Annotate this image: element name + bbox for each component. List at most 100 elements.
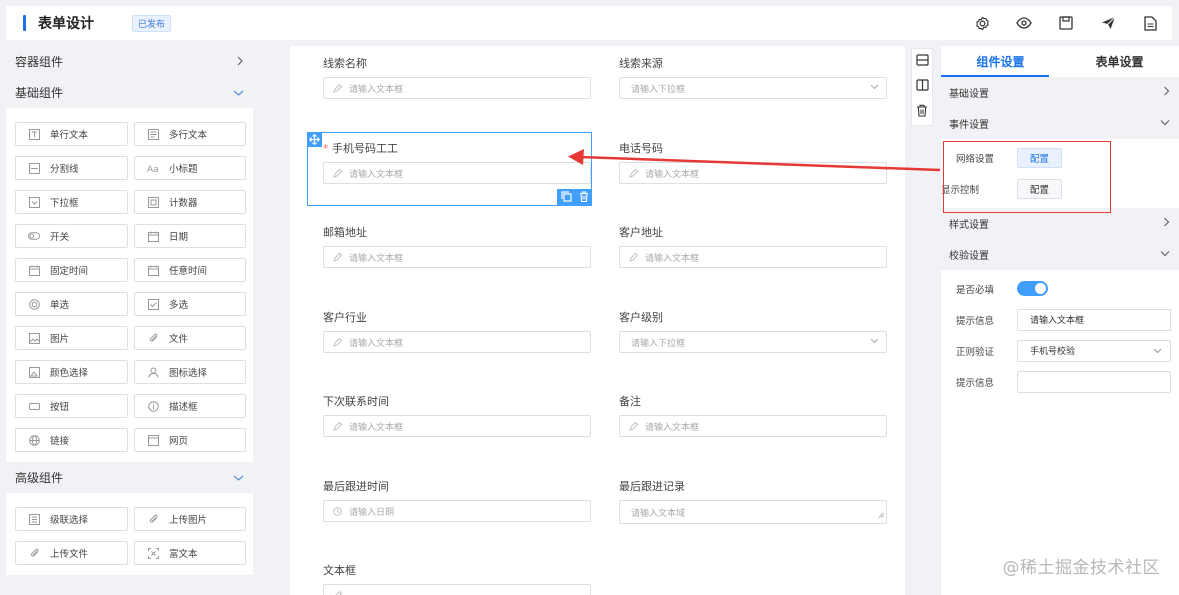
field-input[interactable]: 请输入文本框 bbox=[323, 331, 591, 353]
watermark: @稀土掘金技术社区 bbox=[1002, 558, 1160, 578]
eye-icon[interactable] bbox=[1014, 13, 1034, 33]
section-validation-settings[interactable]: 校验设置 bbox=[941, 239, 1179, 270]
field-input[interactable]: 请输入文本框 bbox=[619, 162, 887, 184]
section-title: 事件设置 bbox=[949, 120, 989, 131]
trash-icon[interactable] bbox=[579, 190, 589, 205]
palette-item-basic-7[interactable]: 日期 bbox=[134, 224, 246, 248]
palette-item-basic-8[interactable]: 固定时间 bbox=[15, 258, 128, 282]
field-input[interactable]: 请输入文本框 bbox=[619, 415, 887, 437]
palette-item-basic-14[interactable]: 颜色选择 bbox=[15, 360, 128, 384]
form-field[interactable]: 电话号码 请输入文本框 bbox=[619, 140, 887, 184]
document-icon[interactable] bbox=[1140, 13, 1160, 33]
palette-item-basic-19[interactable]: 网页 bbox=[134, 428, 246, 452]
form-field[interactable]: 线索名称 请输入文本框 bbox=[323, 55, 591, 99]
resize-handle-icon[interactable] bbox=[878, 511, 884, 521]
form-field[interactable]: 客户行业 请输入文本框 bbox=[323, 309, 591, 353]
send-icon[interactable] bbox=[1098, 13, 1118, 33]
section-container-components[interactable]: 容器组件 bbox=[6, 46, 253, 77]
field-input[interactable]: 请输入文本框 bbox=[619, 246, 887, 268]
palette-item-basic-6[interactable]: 开关 bbox=[15, 224, 128, 248]
field-input[interactable]: 请输入文本框 bbox=[323, 162, 591, 184]
pencil-icon bbox=[333, 590, 343, 595]
form-field[interactable]: 线索来源 请输入下拉框 bbox=[619, 55, 887, 99]
field-label: 备注 bbox=[619, 393, 887, 409]
field-placeholder: 请输入文本框 bbox=[645, 422, 700, 433]
field-input[interactable]: 请输入文本框 bbox=[323, 77, 591, 99]
form-field[interactable]: 最后跟进记录 请输入文本域 bbox=[619, 478, 887, 524]
palette-item-basic-15[interactable]: 图标选择 bbox=[134, 360, 246, 384]
settings-icon[interactable] bbox=[972, 13, 992, 33]
pencil-icon bbox=[333, 168, 343, 178]
copy-icon[interactable] bbox=[560, 190, 572, 205]
pencil-icon bbox=[629, 421, 639, 431]
palette-item-label: 链接 bbox=[50, 436, 70, 447]
form-field[interactable]: 备注请输入文本框 bbox=[619, 393, 887, 437]
hint-input[interactable]: 请输入文本框 bbox=[1017, 308, 1171, 331]
field-placeholder: 请输入日期 bbox=[349, 507, 395, 518]
basic-components-grid: 单行文本 多行文本 分割线 Aa 小标题 下拉框 计数器开关 日期 固定时间 任意时间单选 多选 图片… bbox=[6, 108, 253, 462]
field-input[interactable]: 请输入文本框 bbox=[323, 246, 591, 268]
field-input[interactable]: 请输入文本框 bbox=[323, 415, 591, 437]
section-event-settings[interactable]: 事件设置 bbox=[941, 108, 1179, 139]
section-basic-components[interactable]: 基础组件 bbox=[6, 77, 253, 108]
palette-item-basic-4[interactable]: 下拉框 bbox=[15, 190, 128, 214]
palette-item-basic-1[interactable]: 多行文本 bbox=[134, 122, 246, 146]
trash-icon[interactable] bbox=[916, 104, 928, 120]
field-input[interactable] bbox=[323, 584, 591, 595]
field-label-text: 下次联系时间 bbox=[323, 395, 389, 408]
field-select[interactable]: 请输入下拉框 bbox=[619, 77, 887, 99]
row-layout-icon[interactable] bbox=[915, 54, 929, 69]
color-icon bbox=[28, 366, 40, 378]
form-field[interactable]: 客户地址请输入文本框 bbox=[619, 224, 887, 268]
field-label-text: 客户地址 bbox=[619, 226, 663, 239]
move-handle-icon[interactable] bbox=[307, 132, 322, 147]
field-date-picker[interactable]: 请输入日期 bbox=[323, 500, 591, 522]
chevron-right-icon bbox=[1163, 86, 1170, 99]
field-label: 文本框 bbox=[323, 562, 591, 578]
form-field[interactable]: * 手机号码工工 请输入文本框 bbox=[323, 140, 591, 184]
required-toggle[interactable] bbox=[1017, 281, 1048, 296]
palette-item-basic-5[interactable]: 计数器 bbox=[134, 190, 246, 214]
palette-item-basic-9[interactable]: 任意时间 bbox=[134, 258, 246, 282]
palette-item-advanced-0[interactable]: 级联选择 bbox=[15, 507, 128, 531]
column-layout-icon[interactable] bbox=[915, 79, 929, 94]
form-field[interactable]: 邮箱地址 请输入文本框 bbox=[323, 224, 591, 268]
palette-item-basic-3[interactable]: Aa 小标题 bbox=[134, 156, 246, 180]
tab-form-settings[interactable]: 表单设置 bbox=[1060, 53, 1179, 70]
form-field[interactable]: 最后跟进时间请输入日期 bbox=[323, 478, 591, 522]
form-field[interactable]: 文本框 bbox=[323, 562, 591, 595]
palette-item-basic-13[interactable]: 文件 bbox=[134, 326, 246, 350]
form-field[interactable]: 客户级别 请输入下拉框 bbox=[619, 309, 887, 353]
section-advanced-components[interactable]: 高级组件 bbox=[6, 462, 253, 493]
palette-item-label: 计数器 bbox=[169, 198, 198, 209]
palette-item-advanced-1[interactable]: 上传图片 bbox=[134, 507, 246, 531]
palette-item-basic-17[interactable]: 描述框 bbox=[134, 394, 246, 418]
palette-item-basic-11[interactable]: 多选 bbox=[134, 292, 246, 316]
hint2-input[interactable] bbox=[1017, 370, 1171, 393]
palette-item-label: 单选 bbox=[50, 300, 70, 311]
field-select[interactable]: 请输入下拉框 bbox=[619, 331, 887, 353]
palette-item-label: 上传文件 bbox=[50, 549, 89, 560]
selected-field-actions bbox=[557, 189, 592, 206]
tab-component-settings[interactable]: 组件设置 bbox=[941, 53, 1060, 70]
field-placeholder: 请输入下拉框 bbox=[631, 84, 686, 95]
palette-item-basic-0[interactable]: 单行文本 bbox=[15, 122, 128, 146]
field-placeholder: 请输入下拉框 bbox=[631, 338, 686, 349]
palette-item-advanced-2[interactable]: 上传文件 bbox=[15, 541, 128, 565]
save-icon[interactable] bbox=[1056, 13, 1076, 33]
palette-item-basic-12[interactable]: 图片 bbox=[15, 326, 128, 350]
palette-item-advanced-3[interactable]: 富文本 bbox=[134, 541, 246, 565]
palette-item-basic-18[interactable]: 链接 bbox=[15, 428, 128, 452]
user-icon bbox=[147, 366, 159, 378]
regex-select[interactable]: 手机号校验 bbox=[1017, 339, 1171, 362]
palette-item-basic-2[interactable]: 分割线 bbox=[15, 156, 128, 180]
palette-item-basic-10[interactable]: 单选 bbox=[15, 292, 128, 316]
field-placeholder: 请输入文本框 bbox=[645, 253, 700, 264]
section-basic-settings[interactable]: 基础设置 bbox=[941, 77, 1179, 108]
paperclip-icon bbox=[147, 513, 159, 525]
field-label: 最后跟进时间 bbox=[323, 478, 591, 494]
palette-item-basic-16[interactable]: 按钮 bbox=[15, 394, 128, 418]
field-textarea[interactable]: 请输入文本域 bbox=[619, 500, 887, 524]
form-field[interactable]: 下次联系时间请输入文本框 bbox=[323, 393, 591, 437]
text-input-icon bbox=[28, 128, 40, 140]
